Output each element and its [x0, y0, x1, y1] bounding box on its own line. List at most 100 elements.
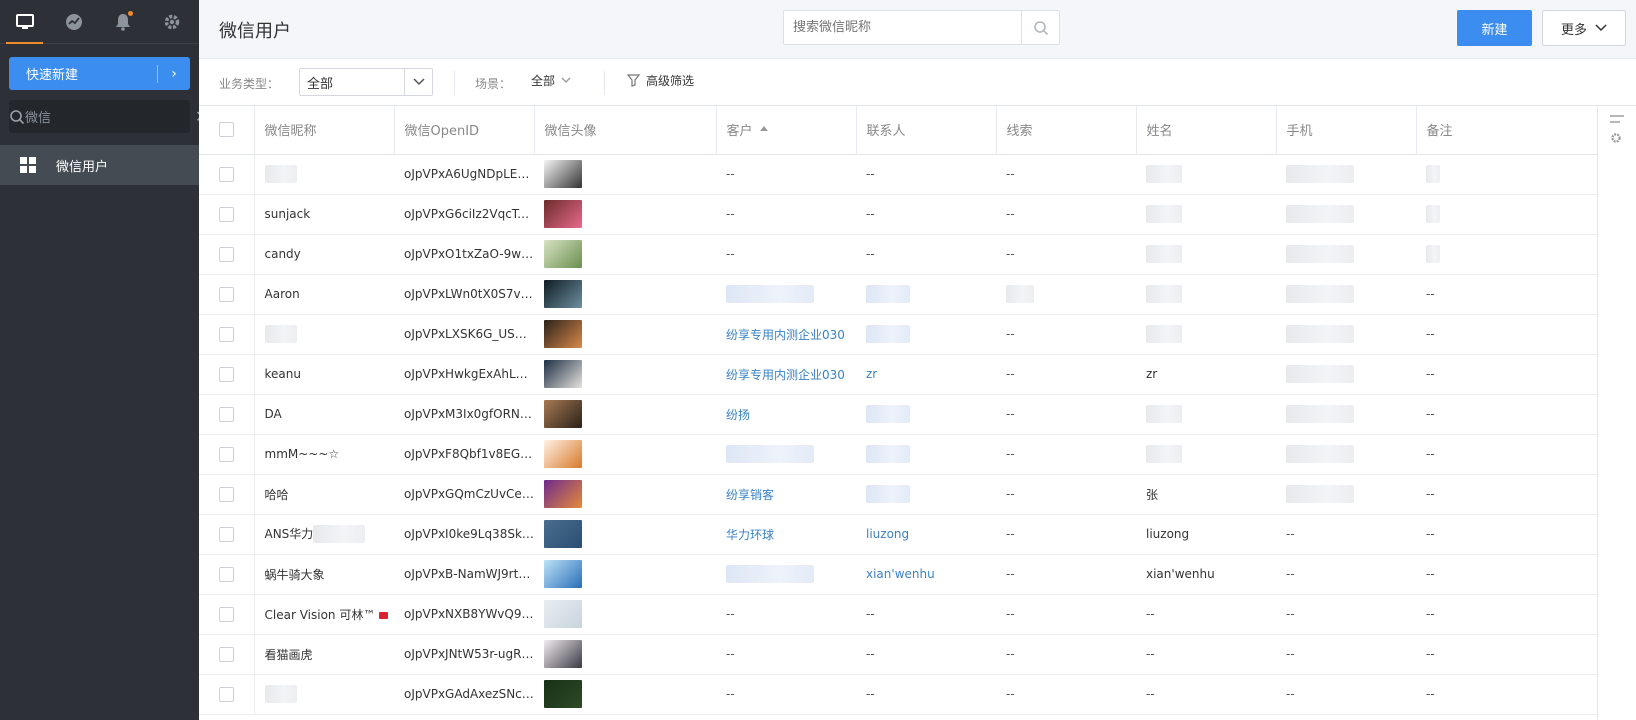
table-row[interactable]: sunjack oJpVPxG6ciIz2VqcTcT... -- -- --: [199, 194, 1597, 235]
cell-note: --: [1416, 594, 1597, 635]
select-all-checkbox[interactable]: [218, 122, 234, 138]
col-phone[interactable]: 手机: [1276, 106, 1417, 155]
row-checkbox[interactable]: [218, 246, 234, 262]
row-checkbox[interactable]: [218, 166, 234, 182]
page-title: 微信用户: [219, 21, 291, 42]
scene-select[interactable]: 全部: [531, 72, 571, 89]
cell-text[interactable]: 华力环球: [726, 528, 774, 542]
row-select-cell: [199, 434, 255, 475]
cell-customer: --: [716, 234, 856, 275]
cell-text: oJpVPxB-NamWJ9rtn...: [404, 567, 534, 581]
table-row[interactable]: 哈哈 oJpVPxGQmCzUvCejR... 纷享销客 -- 张 --: [199, 474, 1597, 515]
column-sort-icon[interactable]: [1610, 113, 1624, 125]
table-row[interactable]: mmM~~~☆ oJpVPxF8Qbf1v8EGZ... -- --: [199, 434, 1597, 475]
row-checkbox[interactable]: [218, 406, 234, 422]
table-row[interactable]: oJpVPxGAdAxezSNc-h... -- -- -- -- -- --: [199, 674, 1597, 715]
cell-text: oJpVPxG6ciIz2VqcTcT...: [404, 207, 534, 221]
tab-analytics[interactable]: [49, 0, 98, 44]
cell-text: --: [1006, 487, 1015, 501]
table-row[interactable]: 蜗牛骑大象 oJpVPxB-NamWJ9rtn... xian'wenhu -- xia…: [199, 554, 1597, 595]
cell-customer: --: [716, 194, 856, 235]
search-input[interactable]: [784, 11, 1021, 44]
table-row[interactable]: 看猫画虎 oJpVPxJNtW53r-ugRP... -- -- -- -- -- --: [199, 634, 1597, 675]
sidebar: 快速新建 › ✕ 微信用户: [0, 0, 208, 720]
col-clue[interactable]: 线索: [996, 106, 1137, 155]
table-row[interactable]: oJpVPxLXSK6G_USV-... 纷享专用内测企业030 -- --: [199, 314, 1597, 355]
col-name[interactable]: 姓名: [1136, 106, 1277, 155]
row-checkbox[interactable]: [218, 446, 234, 462]
column-settings-gear-icon[interactable]: [1610, 132, 1622, 144]
table-row[interactable]: keanu oJpVPxHwkgExAhLHq... 纷享专用内测企业030 zr --…: [199, 354, 1597, 395]
cell-phone: [1276, 234, 1416, 275]
table-row[interactable]: candy oJpVPxO1txZaO-9wA... -- -- --: [199, 234, 1597, 275]
search-button[interactable]: [1021, 11, 1059, 44]
cell-nickname: [254, 674, 394, 715]
biz-type-select[interactable]: 全部: [299, 68, 433, 96]
sidebar-item-wechat-users[interactable]: 微信用户: [0, 145, 199, 185]
cell-text[interactable]: 纷享专用内测企业030: [726, 328, 845, 342]
cell-text[interactable]: 纷扬: [726, 408, 750, 422]
row-checkbox[interactable]: [218, 286, 234, 302]
row-checkbox[interactable]: [218, 206, 234, 222]
row-checkbox[interactable]: [218, 366, 234, 382]
more-button[interactable]: 更多: [1542, 10, 1626, 46]
cell-text: zr: [1146, 367, 1158, 381]
col-customer[interactable]: 客户: [716, 106, 857, 155]
cell-text[interactable]: xian'wenhu: [866, 567, 935, 581]
cell-text: --: [866, 167, 875, 181]
cell-contact: [856, 474, 996, 515]
table-row[interactable]: ANS华力 oJpVPxI0ke9Lq38Skq... 华力环球 liuzong -- l…: [199, 514, 1597, 555]
chevron-down-icon: [404, 69, 432, 95]
cell-text: --: [1426, 327, 1435, 341]
row-checkbox[interactable]: [218, 566, 234, 582]
tab-settings[interactable]: [147, 0, 196, 44]
col-contact[interactable]: 联系人: [856, 106, 997, 155]
col-openid[interactable]: 微信OpenID: [394, 106, 535, 155]
row-checkbox[interactable]: [218, 526, 234, 542]
cell-customer: [716, 434, 856, 475]
new-button[interactable]: 新建: [1457, 10, 1532, 46]
col-note[interactable]: 备注: [1416, 106, 1598, 155]
table-row[interactable]: Clear Vision 可林™ oJpVPxNXB8YWvQ9o... -- -- -…: [199, 594, 1597, 635]
advanced-filter-button[interactable]: 高级筛选: [627, 72, 694, 89]
cell-avatar: [534, 234, 716, 275]
row-checkbox[interactable]: [218, 646, 234, 662]
cell-text: --: [1286, 527, 1295, 541]
row-checkbox[interactable]: [218, 326, 234, 342]
chevron-right-icon[interactable]: ›: [158, 66, 190, 82]
cell-avatar: [534, 474, 716, 515]
table-row[interactable]: oJpVPxA6UgNDpLE7G... -- -- --: [199, 154, 1597, 195]
table-row[interactable]: Aaron oJpVPxLWn0tX0S7vC... --: [199, 274, 1597, 315]
sort-asc-icon[interactable]: [759, 126, 768, 132]
cell-text: --: [726, 167, 735, 181]
cell-contact: --: [856, 674, 996, 715]
cell-text[interactable]: 纷享销客: [726, 488, 774, 502]
cell-customer: --: [716, 634, 856, 675]
redacted-value: [866, 405, 910, 423]
cell-phone: --: [1276, 514, 1416, 555]
cell-text[interactable]: liuzong: [866, 527, 909, 541]
cell-text: oJpVPxGQmCzUvCejR...: [404, 487, 534, 501]
sidebar-search: ✕: [9, 100, 208, 133]
col-avatar[interactable]: 微信头像: [534, 106, 717, 155]
row-checkbox[interactable]: [218, 686, 234, 702]
redacted-value: [1006, 285, 1034, 303]
cell-text[interactable]: 纷享专用内测企业030: [726, 368, 845, 382]
cell-note: --: [1416, 634, 1597, 675]
cell-avatar: [534, 594, 716, 635]
row-checkbox[interactable]: [218, 606, 234, 622]
col-nickname[interactable]: 微信昵称: [254, 106, 395, 155]
cell-note: --: [1416, 554, 1597, 595]
quick-new-button[interactable]: 快速新建 ›: [9, 57, 190, 90]
cell-text[interactable]: zr: [866, 367, 877, 381]
tab-notifications[interactable]: [98, 0, 147, 44]
table-row[interactable]: DA oJpVPxM3Ix0gfORNh... 纷扬 -- --: [199, 394, 1597, 435]
cell-avatar: [534, 434, 716, 475]
chevron-down-icon: [561, 77, 571, 83]
avatar: [544, 600, 582, 628]
row-checkbox[interactable]: [218, 486, 234, 502]
cell-text: 张: [1146, 487, 1159, 502]
sidebar-search-input[interactable]: [25, 109, 195, 124]
cell-clue: --: [996, 514, 1136, 555]
tab-desktop[interactable]: [0, 0, 49, 44]
